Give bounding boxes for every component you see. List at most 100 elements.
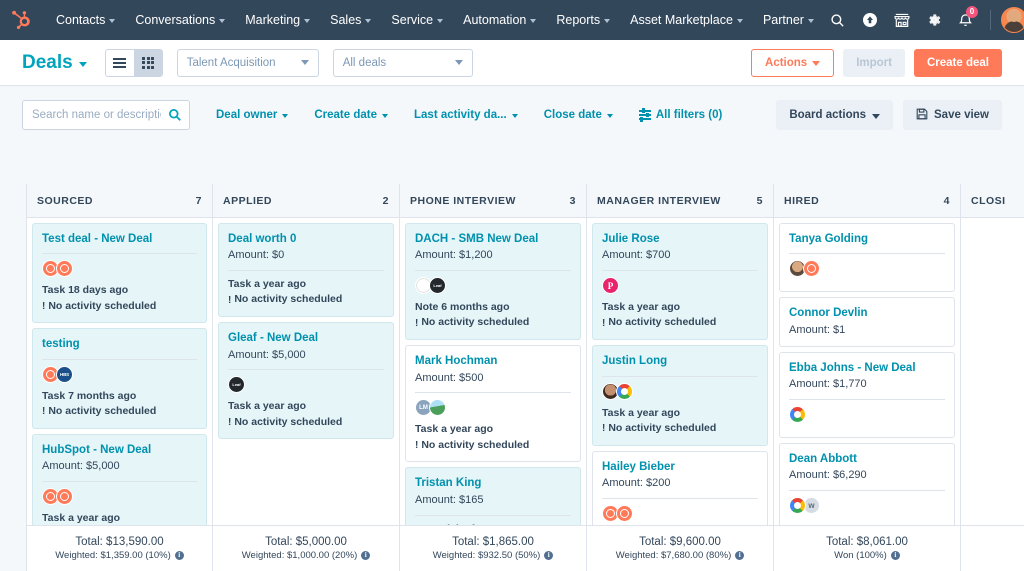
info-icon[interactable]: i: [544, 551, 554, 560]
record-avatar-icon[interactable]: [602, 277, 619, 295]
hubspot-logo-icon[interactable]: [10, 9, 32, 31]
deal-card-title[interactable]: Tristan King: [415, 476, 571, 490]
deal-card[interactable]: Gleaf - New Deal Amount: $5,000 Leaf Task a…: [218, 322, 394, 440]
filter-create-date[interactable]: Create date: [314, 109, 388, 121]
deal-card-title[interactable]: Tanya Golding: [789, 232, 945, 246]
deal-card-title[interactable]: Mark Hochman: [415, 354, 571, 368]
record-avatar-icon[interactable]: Leaf: [429, 277, 446, 295]
deal-card-title[interactable]: Hailey Bieber: [602, 460, 758, 474]
record-avatar-icon[interactable]: Leaf: [228, 376, 245, 394]
nav-item-asset-marketplace[interactable]: Asset Marketplace: [620, 0, 753, 40]
deal-card-title[interactable]: Dean Abbott: [789, 452, 945, 466]
filter-deal-owner[interactable]: Deal owner: [216, 109, 289, 121]
deal-card-title[interactable]: testing: [42, 337, 197, 351]
deal-card-title[interactable]: Connor Devlin: [789, 306, 945, 320]
deals-board[interactable]: SOURCED 7 Test deal - New Deal Task 18 days…: [26, 184, 1024, 525]
deal-card[interactable]: Julie Rose Amount: $700 Task a year ago!No…: [592, 223, 768, 341]
deal-card-title[interactable]: HubSpot - New Deal: [42, 443, 197, 457]
deals-filter-select[interactable]: All deals: [332, 48, 473, 77]
deal-card[interactable]: Deal worth 0 Amount: $0 Task a year ago! No…: [218, 223, 394, 318]
info-icon[interactable]: i: [890, 551, 900, 560]
board-column[interactable]: APPLIED 2 Deal worth 0 Amount: $0 Task a yea…: [213, 184, 400, 525]
deal-card-title[interactable]: Julie Rose: [602, 232, 758, 246]
pipeline-select[interactable]: Talent Acquisition: [176, 48, 319, 77]
deal-card[interactable]: HubSpot - New Deal Amount: $5,000 Task a y…: [32, 433, 207, 525]
column-weighted-label: Weighted: $1,000.00 (20%): [241, 550, 358, 561]
deal-card-title[interactable]: Test deal - New Deal: [42, 232, 197, 246]
nav-item-marketing[interactable]: Marketing: [235, 0, 320, 40]
record-avatar-icon[interactable]: HBS: [56, 365, 73, 383]
list-view-button[interactable]: [105, 49, 134, 76]
board-column[interactable]: SOURCED 7 Test deal - New Deal Task 18 days…: [26, 184, 213, 525]
nav-label: Sales: [330, 13, 362, 27]
deal-card[interactable]: DACH - SMB New Deal Amount: $1,200 Leaf Not…: [405, 223, 581, 341]
nav-item-contacts[interactable]: Contacts: [46, 0, 125, 40]
deal-card[interactable]: Dean Abbott Amount: $6,290 w: [779, 442, 955, 525]
deal-card[interactable]: Tanya Golding: [779, 223, 955, 293]
user-avatar[interactable]: [1000, 7, 1024, 33]
deal-card-amount: Amount: $6,290: [789, 469, 867, 482]
chevron-down-icon: [300, 60, 309, 65]
deal-card[interactable]: Test deal - New Deal Task 18 days ago! No …: [32, 223, 207, 324]
notifications-bell-icon[interactable]: 0: [952, 6, 980, 34]
board-column[interactable]: PHONE INTERVIEW 3 DACH - SMB New Deal Amoun…: [400, 184, 587, 525]
deal-card[interactable]: Mark Hochman Amount: $500 LM Task a year ag…: [405, 345, 581, 463]
record-avatar-icon[interactable]: [429, 399, 446, 417]
info-icon[interactable]: i: [735, 551, 745, 560]
board-column[interactable]: HIRED 4 Tanya Golding Connor Devlin Amount: …: [774, 184, 961, 525]
record-avatar-icon[interactable]: [56, 260, 73, 278]
settings-gear-icon[interactable]: [920, 6, 948, 34]
nav-item-automation[interactable]: Automation: [453, 0, 546, 40]
record-avatar-icon[interactable]: [616, 382, 633, 400]
deal-card[interactable]: Tristan KingAmount: $165No activity for …: [405, 467, 581, 525]
deal-card-next-activity: ! No activity scheduled: [228, 415, 384, 431]
record-avatar-icon[interactable]: [616, 504, 633, 522]
deal-card-title[interactable]: Ebba Johns - New Deal: [789, 361, 945, 375]
all-filters-button[interactable]: All filters (0): [638, 108, 722, 121]
next-activity-label: No activity scheduled: [48, 299, 157, 312]
deal-card[interactable]: Connor Devlin Amount: $1: [779, 297, 955, 347]
info-icon[interactable]: i: [361, 551, 371, 560]
board-view-button[interactable]: [133, 49, 162, 76]
board-column[interactable]: MANAGER INTERVIEW 5 Julie Rose Amount: $700…: [587, 184, 774, 525]
info-icon[interactable]: i: [174, 551, 184, 560]
nav-item-conversations[interactable]: Conversations: [125, 0, 235, 40]
import-button[interactable]: Import: [843, 48, 905, 77]
marketplace-icon[interactable]: [888, 6, 916, 34]
deal-card-next-activity: ! No activity scheduled: [415, 438, 571, 454]
deal-card-title[interactable]: Justin Long: [602, 354, 758, 368]
column-cards: Julie RoseAmount: $700Task a year ago!No…: [587, 218, 773, 525]
deal-card[interactable]: Hailey BieberAmount: $200Call 8 days ago…: [592, 450, 768, 525]
search-input[interactable]: [22, 100, 190, 130]
nav-item-reports[interactable]: Reports: [546, 0, 620, 40]
deal-card[interactable]: Justin Long Task a year ago! No activity s…: [592, 345, 768, 446]
deal-card[interactable]: testing HBS Task 7 months ago! No activity …: [32, 328, 207, 429]
save-view-button[interactable]: Save view: [903, 100, 1002, 130]
nav-item-partner[interactable]: Partner: [753, 0, 824, 40]
create-deal-button[interactable]: Create deal: [913, 48, 1002, 77]
filter-close-date[interactable]: Close date: [544, 109, 613, 121]
nav-item-service[interactable]: Service: [381, 0, 453, 40]
search-field-wrapper: [22, 100, 190, 130]
filter-last-activity-date[interactable]: Last activity da...: [414, 109, 518, 121]
search-icon[interactable]: [824, 6, 852, 34]
record-avatar-icon[interactable]: [56, 487, 73, 505]
record-avatar-icon[interactable]: [789, 497, 806, 515]
column-header: PHONE INTERVIEW 3: [400, 184, 586, 218]
record-avatar-icon[interactable]: [803, 260, 820, 278]
chevron-down-icon: [604, 19, 611, 23]
board-actions-button[interactable]: Board actions: [776, 100, 894, 130]
actions-button[interactable]: Actions: [751, 48, 835, 77]
card-divider: [228, 270, 384, 272]
chevron-down-icon: [109, 19, 116, 23]
record-avatar-icon[interactable]: [789, 405, 806, 423]
deal-card-title[interactable]: Gleaf - New Deal: [228, 331, 384, 345]
page-title[interactable]: Deals: [22, 52, 87, 74]
deal-card-title[interactable]: Deal worth 0: [228, 232, 384, 246]
deal-card[interactable]: Ebba Johns - New Deal Amount: $1,770: [779, 351, 955, 438]
nav-item-sales[interactable]: Sales: [320, 0, 381, 40]
search-icon[interactable]: [168, 108, 182, 122]
deal-card-title[interactable]: DACH - SMB New Deal: [415, 232, 571, 246]
board-column[interactable]: CLOSI: [961, 184, 1024, 525]
upgrade-icon[interactable]: [856, 6, 884, 34]
